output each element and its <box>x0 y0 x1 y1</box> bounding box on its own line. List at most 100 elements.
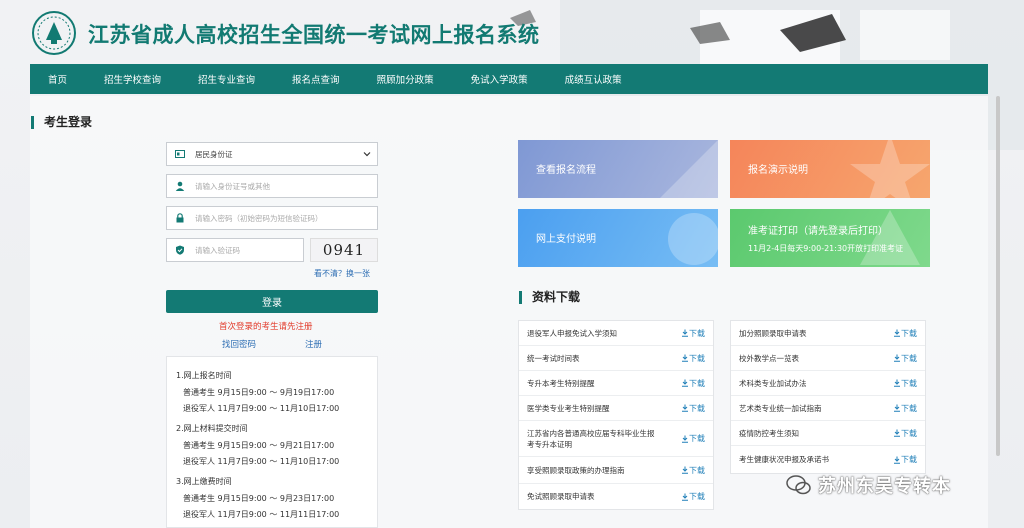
tile-demo-guide[interactable]: 报名演示说明 <box>730 140 930 198</box>
download-link[interactable]: 下载 <box>893 328 917 339</box>
download-icon <box>682 404 688 412</box>
nav-major-query[interactable]: 招生专业查询 <box>190 72 263 86</box>
doc-name: 专升本考生特别提醒 <box>527 378 595 388</box>
forgot-password-link[interactable]: 找回密码 <box>222 338 256 350</box>
download-link[interactable]: 下载 <box>893 378 917 389</box>
list-item[interactable]: 艺术类专业统一加试指南 下载 <box>731 396 925 421</box>
page-scrollbar[interactable] <box>996 96 1000 456</box>
downloads-list-right: 加分照顾录取申请表 下载 校外教学点一览表 下载 术科类专业加试办法 下载 艺术类专业… <box>730 320 926 474</box>
nav-school-query[interactable]: 招生学校查询 <box>96 72 169 86</box>
download-link[interactable]: 下载 <box>893 428 917 439</box>
notice-block-materials: 2.网上材料提交时间 普通考生 9月15日9:00 ～ 9月21日17:00 退… <box>176 423 377 467</box>
download-label: 下载 <box>901 455 917 464</box>
doc-name: 疫情防控考生须知 <box>739 428 799 438</box>
register-link[interactable]: 注册 <box>305 338 322 350</box>
notice-line: 普通考生 9月15日9:00 ～ 9月19日17:00 <box>183 388 335 397</box>
first-login-notice: 首次登录的考生请先注册 <box>219 322 313 332</box>
download-label: 下载 <box>689 378 705 388</box>
tile-decoration <box>850 140 930 198</box>
id-type-value: 居民身份证 <box>195 149 233 159</box>
notice-line: 普通考生 9月15日9:00 ～ 9月23日17:00 <box>183 494 335 503</box>
doc-name: 医学类专业考生特别提醒 <box>527 403 610 413</box>
download-label: 下载 <box>901 378 917 388</box>
shield-icon <box>175 245 185 255</box>
list-item[interactable]: 免试照顾录取申请表 下载 <box>519 484 713 509</box>
download-link[interactable]: 下载 <box>681 465 705 476</box>
notice-block-register: 1.网上报名时间 普通考生 9月15日9:00 ～ 9月19日17:00 退役军… <box>176 370 377 414</box>
user-icon <box>175 181 185 191</box>
notice-title: 3.网上缴费时间 <box>176 477 232 486</box>
doc-name: 免试照顾录取申请表 <box>527 492 595 501</box>
captcha-image[interactable]: 0941 <box>310 238 378 262</box>
id-number-input[interactable]: 请输入身份证号或其他 <box>166 174 378 198</box>
captcha-input[interactable]: 请输入验证码 <box>166 238 304 262</box>
doc-name: 统一考试时间表 <box>527 353 580 363</box>
nav-home[interactable]: 首页 <box>40 72 75 86</box>
password-input[interactable]: 请输入密码（初始密码为短信验证码） <box>166 206 378 230</box>
list-item[interactable]: 医学类专业考生特别提醒 下载 <box>519 396 713 421</box>
tile-payment-guide[interactable]: 网上支付说明 <box>518 209 718 267</box>
list-item[interactable]: 专升本考生特别提醒 下载 <box>519 371 713 396</box>
site-title: 江苏省成人高校招生全国统一考试网上报名系统 <box>88 23 540 47</box>
list-item[interactable]: 校外教学点一览表 下载 <box>731 346 925 371</box>
list-item[interactable]: 享受照顾录取政策的办理指南 下载 <box>519 457 713 484</box>
nav-site-query[interactable]: 报名点查询 <box>284 72 348 86</box>
id-type-select[interactable]: 居民身份证 <box>166 142 378 166</box>
download-icon <box>894 354 900 362</box>
list-item[interactable]: 加分照顾录取申请表 下载 <box>731 321 925 346</box>
download-label: 下载 <box>689 328 705 338</box>
tile-decoration <box>660 140 718 198</box>
list-item[interactable]: 疫情防控考生须知 下载 <box>731 421 925 446</box>
download-link[interactable]: 下载 <box>893 403 917 414</box>
site-header: 江苏省成人高校招生全国统一考试网上报名系统 <box>0 0 1024 64</box>
download-link[interactable]: 下载 <box>681 403 705 414</box>
nav-score-policy[interactable]: 成绩互认政策 <box>557 72 630 86</box>
id-number-placeholder: 请输入身份证号或其他 <box>195 181 270 191</box>
download-icon <box>894 329 900 337</box>
wechat-icon <box>786 475 811 495</box>
download-icon <box>894 456 900 464</box>
lock-icon <box>175 213 185 223</box>
tile-decoration <box>860 210 920 265</box>
tile-decoration <box>668 213 718 265</box>
download-link[interactable]: 下载 <box>681 353 705 364</box>
notice-line: 退役军人 11月7日9:00 ～ 11月11日17:00 <box>183 510 340 519</box>
download-label: 下载 <box>689 492 705 501</box>
download-icon <box>682 466 688 474</box>
notice-title: 1.网上报名时间 <box>176 371 232 380</box>
download-link[interactable]: 下载 <box>893 454 917 465</box>
download-link[interactable]: 下载 <box>681 378 705 389</box>
download-link[interactable]: 下载 <box>681 433 705 444</box>
list-item[interactable]: 退役军人申报免试入学须知 下载 <box>519 321 713 346</box>
login-button[interactable]: 登录 <box>166 290 378 313</box>
download-icon <box>682 493 688 501</box>
download-link[interactable]: 下载 <box>681 491 705 502</box>
doc-name: 术科类专业加试办法 <box>739 378 807 388</box>
doc-name: 退役军人申报免试入学须知 <box>527 328 617 338</box>
nav-exempt-policy[interactable]: 免试入学政策 <box>463 72 536 86</box>
nav-bonus-policy[interactable]: 照顾加分政策 <box>369 72 442 86</box>
download-label: 下载 <box>901 428 917 438</box>
download-icon <box>682 329 688 337</box>
download-icon <box>894 379 900 387</box>
doc-name: 江苏省内各普通高校应届专科毕业生报考专升本证明 <box>527 428 655 449</box>
captcha-refresh-link[interactable]: 看不清？换一张 <box>314 268 370 279</box>
list-item[interactable]: 统一考试时间表 下载 <box>519 346 713 371</box>
download-link[interactable]: 下载 <box>681 328 705 339</box>
tile-admission-ticket[interactable]: 准考证打印（请先登录后打印） 11月2-4日每天9:00-21:30开放打印准考… <box>730 209 930 267</box>
download-icon <box>894 429 900 437</box>
doc-name: 艺术类专业统一加试指南 <box>739 403 822 413</box>
password-placeholder: 请输入密码（初始密码为短信验证码） <box>195 213 323 223</box>
schedule-notice: 1.网上报名时间 普通考生 9月15日9:00 ～ 9月19日17:00 退役军… <box>166 356 378 528</box>
notice-title: 2.网上材料提交时间 <box>176 424 248 433</box>
download-label: 下载 <box>901 403 917 413</box>
list-item[interactable]: 江苏省内各普通高校应届专科毕业生报考专升本证明 下载 <box>519 421 713 457</box>
list-item[interactable]: 考生健康状况申报及承诺书 下载 <box>731 446 925 473</box>
download-label: 下载 <box>689 465 705 475</box>
download-link[interactable]: 下载 <box>893 353 917 364</box>
tile-registration-process[interactable]: 查看报名流程 <box>518 140 718 198</box>
download-icon <box>682 435 688 443</box>
download-label: 下载 <box>689 403 705 413</box>
list-item[interactable]: 术科类专业加试办法 下载 <box>731 371 925 396</box>
login-section-title: 考生登录 <box>31 116 92 129</box>
